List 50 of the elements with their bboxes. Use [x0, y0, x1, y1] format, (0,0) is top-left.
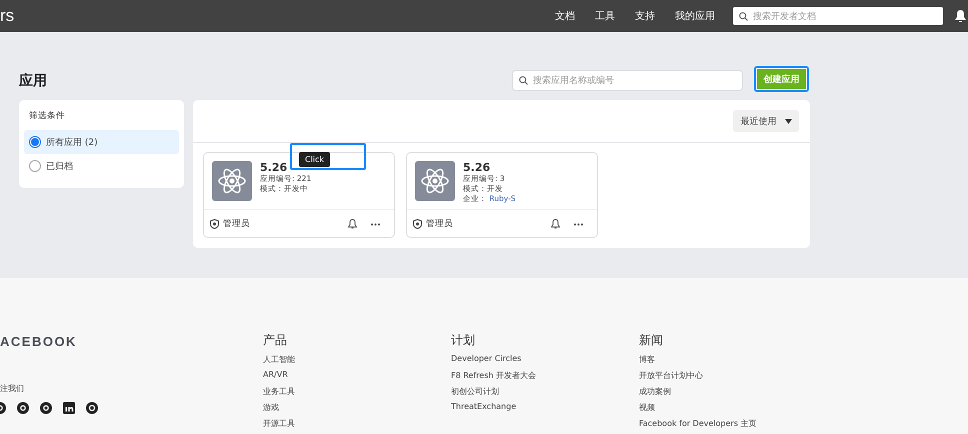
bell-icon[interactable]	[551, 219, 560, 229]
footer-heading: 计划	[451, 332, 476, 349]
shield-icon	[413, 219, 422, 229]
more-icon[interactable]	[574, 222, 583, 226]
atom-icon	[212, 161, 252, 201]
bell-icon[interactable]	[955, 10, 966, 22]
footer-link[interactable]: Developer Circles	[451, 354, 639, 370]
footer-heading: 新闻	[639, 332, 664, 349]
filter-option[interactable]: 所有应用 (2)	[24, 130, 179, 154]
filter-option[interactable]: 已归档	[24, 154, 179, 178]
footer-link[interactable]: 视频	[639, 402, 827, 418]
app-name: 5.26	[260, 161, 288, 174]
footer-link[interactable]: 博客	[639, 354, 827, 370]
footer-link[interactable]: 成功案例	[639, 386, 827, 402]
more-icon[interactable]	[371, 222, 380, 226]
nav-link[interactable]: 文档	[555, 9, 575, 23]
atom-icon	[415, 161, 455, 201]
footer-heading: 产品	[263, 332, 288, 349]
app-name: 5.26	[463, 161, 492, 174]
footer-link[interactable]: 开源工具	[263, 418, 451, 434]
social-icon[interactable]	[40, 402, 52, 414]
footer-link[interactable]: 人工智能	[263, 354, 451, 370]
search-icon	[519, 76, 528, 85]
social-icon[interactable]	[63, 402, 75, 414]
shield-icon	[210, 219, 219, 229]
social-icon[interactable]	[17, 402, 29, 414]
follow-label: 注我们	[0, 383, 25, 394]
nav-link[interactable]: 支持	[635, 9, 655, 23]
tooltip: Click	[299, 152, 330, 167]
page-title: 应用	[19, 72, 47, 90]
search-icon	[739, 12, 748, 20]
role-label: 管理员	[426, 218, 453, 230]
footer-link[interactable]: ThreatExchange	[451, 402, 639, 418]
nav-link[interactable]: 工具	[595, 9, 615, 23]
nav-link[interactable]: 我的应用	[675, 9, 715, 23]
footer-logo: ACEBOOK	[0, 334, 78, 349]
social-icon[interactable]	[86, 402, 98, 414]
footer-link[interactable]: Facebook for Developers 主页	[639, 418, 827, 434]
footer-link[interactable]: AR/VR	[263, 370, 451, 386]
sort-dropdown[interactable]: 最近使用	[733, 110, 799, 132]
role-label: 管理员	[223, 218, 250, 230]
footer-link[interactable]: 开放平台计划中心	[639, 370, 827, 386]
footer-link[interactable]: 业务工具	[263, 386, 451, 402]
footer-link[interactable]: 游戏	[263, 402, 451, 418]
bell-icon[interactable]	[348, 219, 357, 229]
filter-title: 筛选条件	[29, 110, 66, 122]
caret-icon	[784, 118, 792, 124]
brand-name: rs	[0, 6, 14, 26]
footer-link[interactable]: 初创公司计划	[451, 386, 639, 402]
footer-link[interactable]: F8 Refresh 开发者大会	[451, 370, 639, 386]
